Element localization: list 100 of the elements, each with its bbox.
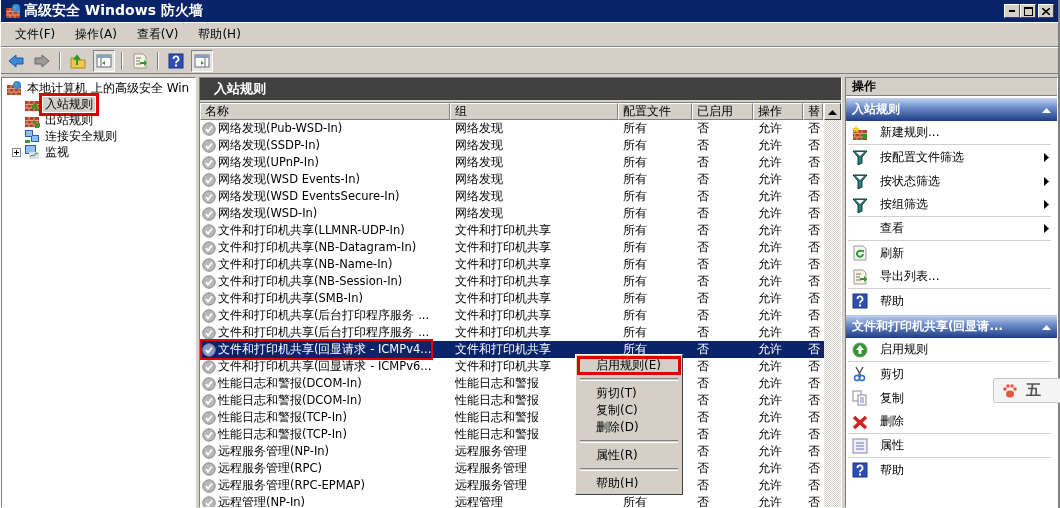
table-cell: 否 bbox=[808, 240, 820, 254]
table-cell: 文件和打印机共享 bbox=[455, 359, 551, 373]
table-cell: 所有 bbox=[623, 240, 647, 254]
table-cell: 允许 bbox=[758, 291, 782, 305]
table-cell: 性能日志和警报 bbox=[455, 427, 539, 441]
table-cell: 所有 bbox=[623, 495, 647, 507]
brick-wall-star-icon bbox=[852, 124, 868, 141]
help-icon bbox=[168, 52, 184, 69]
table-cell: 允许 bbox=[758, 376, 782, 390]
filter-icon bbox=[852, 196, 868, 213]
column-header[interactable]: 组 bbox=[450, 103, 618, 120]
column-header[interactable]: 替 bbox=[803, 103, 823, 120]
computers-icon bbox=[24, 128, 40, 144]
tree-item[interactable]: 连接安全规则 bbox=[43, 128, 119, 144]
selected-row[interactable]: 文件和打印机共享(回显请求 - ICMPv4... 文件和打印机共享 所有 否 允许 否 bbox=[200, 341, 824, 358]
export-icon bbox=[132, 52, 148, 69]
menu-item[interactable]: 复制(C) bbox=[578, 402, 680, 419]
menu-item[interactable]: 删除(D) bbox=[578, 419, 680, 436]
table-cell: 否 bbox=[697, 257, 709, 271]
column-header[interactable]: 操作 bbox=[753, 103, 803, 120]
table-cell: 网络发现(WSD Events-In) bbox=[202, 171, 360, 188]
table-cell: 所有 bbox=[623, 342, 647, 356]
menu-item[interactable]: 帮助(H) bbox=[198, 26, 241, 43]
table-cell: 所有 bbox=[623, 121, 647, 135]
close-icon bbox=[1042, 7, 1050, 15]
table-cell: 网络发现(Pub-WSD-In) bbox=[202, 120, 343, 137]
table-cell: 远程管理(NP-In) bbox=[202, 494, 306, 507]
section-header[interactable]: 入站规则 bbox=[846, 98, 1057, 121]
maximize-button[interactable] bbox=[1020, 4, 1036, 18]
help-icon bbox=[852, 293, 868, 309]
action-item[interactable]: 帮助 bbox=[880, 461, 904, 479]
menu-item[interactable]: 属性(R) bbox=[578, 447, 680, 464]
action-item[interactable]: 剪切 bbox=[880, 365, 904, 383]
menu-item[interactable]: 剪切(T) bbox=[578, 385, 680, 402]
action-item[interactable]: 新建规则... bbox=[880, 124, 940, 141]
up-arrow-circle-icon bbox=[852, 341, 868, 358]
menu-item[interactable]: 帮助(H) bbox=[578, 475, 680, 492]
table-cell: 允许 bbox=[758, 393, 782, 407]
minimize-button[interactable] bbox=[1004, 4, 1020, 18]
table-cell: 文件和打印机共享 bbox=[455, 308, 551, 322]
tree-item[interactable]: 监视 bbox=[43, 144, 71, 160]
menu-item[interactable]: 查看(V) bbox=[136, 26, 179, 43]
section-header[interactable]: 文件和打印机共享(回显请... bbox=[846, 315, 1057, 338]
table-cell: 允许 bbox=[758, 495, 782, 507]
table-cell: 所有 bbox=[623, 325, 647, 339]
action-item[interactable]: 刷新 bbox=[880, 244, 904, 262]
toolbar-button[interactable] bbox=[191, 49, 213, 72]
table-cell: 文件和打印机共享(回显请求 - ICMPv4... bbox=[202, 341, 432, 358]
scroll-up-icon bbox=[828, 108, 837, 115]
window-title: 高级安全 Windows 防火墙 bbox=[24, 2, 203, 20]
action-item[interactable]: 按组筛选 bbox=[880, 196, 928, 213]
table-cell: 允许 bbox=[758, 206, 782, 220]
action-item[interactable]: 启用规则 bbox=[880, 341, 928, 358]
table-cell: 文件和打印机共享 bbox=[455, 257, 551, 271]
table-cell: 否 bbox=[697, 461, 709, 475]
toolbar-button[interactable] bbox=[93, 49, 115, 72]
action-item[interactable]: 复制 bbox=[880, 389, 904, 407]
table-cell: 允许 bbox=[758, 308, 782, 322]
action-item[interactable]: 查看 bbox=[880, 220, 904, 237]
scrollbar[interactable] bbox=[824, 103, 841, 507]
close-button[interactable] bbox=[1038, 4, 1054, 18]
ime-toolbar[interactable]: 五 bbox=[993, 378, 1060, 403]
menu-item[interactable]: 操作(A) bbox=[75, 26, 117, 43]
table-cell: 否 bbox=[697, 223, 709, 237]
table-cell: 允许 bbox=[758, 274, 782, 288]
table-cell: 远程服务管理(RPC-EPMAP) bbox=[202, 477, 365, 494]
table-cell: 网络发现 bbox=[455, 138, 503, 152]
action-item[interactable]: 导出列表... bbox=[880, 268, 940, 285]
table-cell: 否 bbox=[697, 427, 709, 441]
table-cell: 否 bbox=[697, 325, 709, 339]
table-cell: 否 bbox=[697, 189, 709, 203]
table-cell: 性能日志和警报(DCOM-In) bbox=[202, 375, 362, 392]
table-cell: 远程服务管理 bbox=[455, 478, 527, 492]
table-cell: 网络发现(SSDP-In) bbox=[202, 137, 320, 154]
column-header[interactable]: 已启用 bbox=[692, 103, 753, 120]
action-item[interactable]: 按配置文件筛选 bbox=[880, 148, 964, 166]
column-header[interactable]: 配置文件 bbox=[618, 103, 692, 120]
action-item[interactable]: 按状态筛选 bbox=[880, 172, 940, 190]
menu-item[interactable]: 启用规则(E) bbox=[578, 357, 680, 374]
table-cell: 远程服务管理(RPC) bbox=[202, 460, 322, 477]
menu-item[interactable]: 文件(F) bbox=[15, 26, 56, 43]
table-cell: 允许 bbox=[758, 257, 782, 271]
table-cell: 网络发现 bbox=[455, 189, 503, 203]
action-item[interactable]: 删除 bbox=[880, 413, 904, 430]
table-cell: 否 bbox=[697, 495, 709, 507]
column-header[interactable]: 名称 bbox=[200, 103, 450, 120]
delete-icon bbox=[852, 413, 868, 430]
tree-item[interactable]: 出站规则 bbox=[43, 112, 95, 128]
expander[interactable] bbox=[12, 147, 21, 157]
table-cell: 文件和打印机共享 bbox=[455, 240, 551, 254]
action-item[interactable]: 属性 bbox=[880, 437, 904, 454]
table-cell: 性能日志和警报(TCP-In) bbox=[202, 426, 347, 443]
table-cell: 否 bbox=[808, 274, 820, 288]
table-cell: 允许 bbox=[758, 155, 782, 169]
table-cell: 文件和打印机共享 bbox=[455, 274, 551, 288]
expand-icon bbox=[12, 147, 21, 157]
action-item[interactable]: 帮助 bbox=[880, 292, 904, 310]
table-cell: 否 bbox=[808, 342, 820, 356]
tree-item[interactable]: 本地计算机 上的高级安全 Win bbox=[25, 80, 192, 96]
table-cell: 否 bbox=[808, 223, 820, 237]
